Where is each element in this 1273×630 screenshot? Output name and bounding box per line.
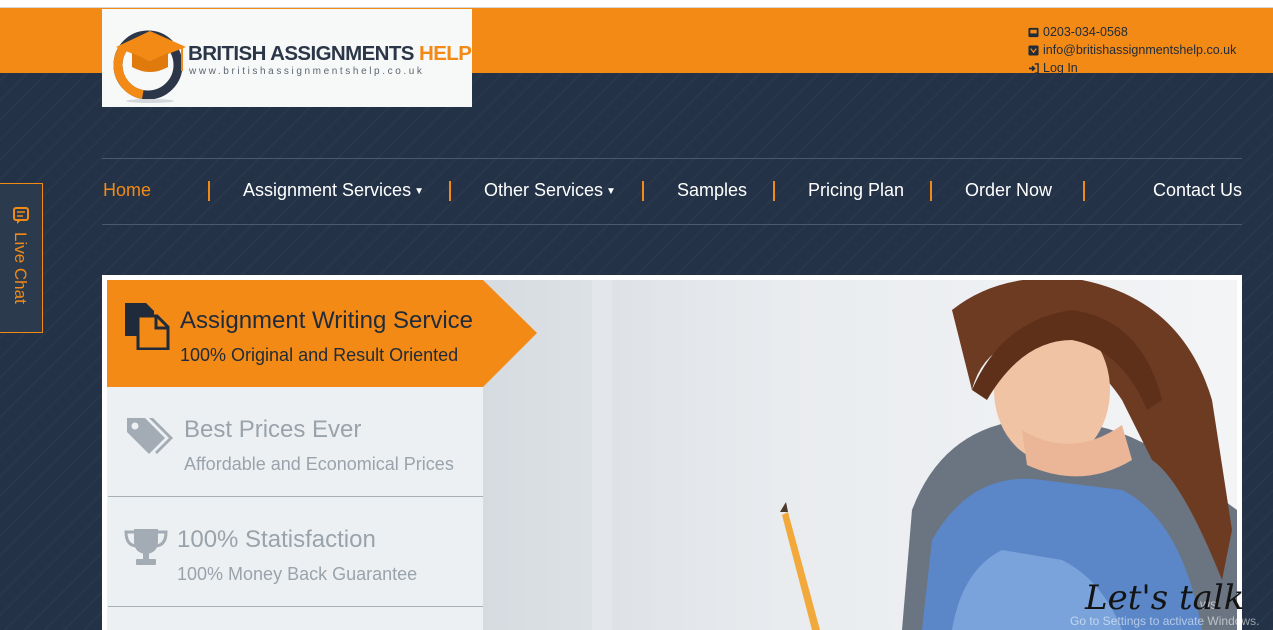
lets-talk-chat-widget[interactable]: Let's talk <box>1085 578 1244 618</box>
browser-top-edge <box>0 0 1273 8</box>
nav-contact-us[interactable]: Contact Us <box>1153 180 1242 201</box>
nav-separator <box>642 181 644 201</box>
os-activation-watermark: Go to Settings to activate Windows. <box>1070 614 1260 628</box>
email-link[interactable]: info@britishassignmentshelp.co.uk <box>1043 41 1236 59</box>
live-chat-tab[interactable]: Live Chat <box>0 183 43 333</box>
feature-subtitle: 100% Money Back Guarantee <box>177 564 418 584</box>
phone-icon <box>1028 27 1039 37</box>
envelope-icon <box>1028 44 1039 56</box>
feature-tab-satisfaction[interactable]: 100% Statisfaction 100% Money Back Guara… <box>107 497 483 605</box>
documents-icon <box>125 303 170 350</box>
logo-url: www.britishassignmentshelp.co.uk <box>189 66 425 77</box>
site-logo[interactable]: BRITISH ASSIGNMENTS HELP www.britishassi… <box>102 9 472 107</box>
feature-tab-best-prices[interactable]: Best Prices Ever Affordable and Economic… <box>107 388 483 496</box>
nav-samples[interactable]: Samples <box>677 180 747 201</box>
feature-subtitle: Affordable and Economical Prices <box>184 454 454 474</box>
feature-subtitle: 100% Original and Result Oriented <box>180 345 459 365</box>
nav-other-services[interactable]: Other Services ▼ <box>484 180 616 201</box>
nav-assignment-services[interactable]: Assignment Services ▼ <box>243 180 424 201</box>
nav-order-now[interactable]: Order Now <box>965 180 1052 201</box>
sign-in-icon <box>1028 62 1039 74</box>
login-row[interactable]: Log In <box>1028 59 1236 77</box>
feature-tab-assignment-writing[interactable]: Assignment Writing Service 100% Original… <box>107 280 537 387</box>
nav-separator <box>773 181 775 201</box>
feature-title: Best Prices Ever <box>184 416 362 443</box>
nav-pricing-plan[interactable]: Pricing Plan <box>808 180 904 201</box>
feature-title: 100% Statisfaction <box>177 526 376 553</box>
main-navigation: Home Assignment Services ▼ Other Services… <box>102 158 1242 225</box>
caret-down-icon: ▼ <box>606 185 616 197</box>
graduation-cap-logo-icon <box>113 30 186 103</box>
trophy-icon <box>124 529 168 565</box>
feature-divider <box>108 606 483 607</box>
nav-separator <box>449 181 451 201</box>
phone-number[interactable]: 0203-034-0568 <box>1043 23 1128 41</box>
live-chat-label: Live Chat <box>11 232 30 304</box>
chat-bubble-icon <box>13 207 29 224</box>
tags-icon <box>127 418 173 454</box>
caret-down-icon: ▼ <box>414 185 424 197</box>
logo-title: BRITISH ASSIGNMENTS HELP <box>188 42 472 65</box>
login-link[interactable]: Log In <box>1043 59 1078 77</box>
phone-row[interactable]: 0203-034-0568 <box>1028 23 1236 41</box>
nav-home[interactable]: Home <box>103 180 151 201</box>
nav-separator <box>1083 181 1085 201</box>
nav-separator <box>930 181 932 201</box>
contact-info: 0203-034-0568 info@britishassignmentshel… <box>1028 23 1236 77</box>
email-row[interactable]: info@britishassignmentshelp.co.uk <box>1028 41 1236 59</box>
nav-separator <box>208 181 210 201</box>
feature-title: Assignment Writing Service <box>180 307 473 334</box>
